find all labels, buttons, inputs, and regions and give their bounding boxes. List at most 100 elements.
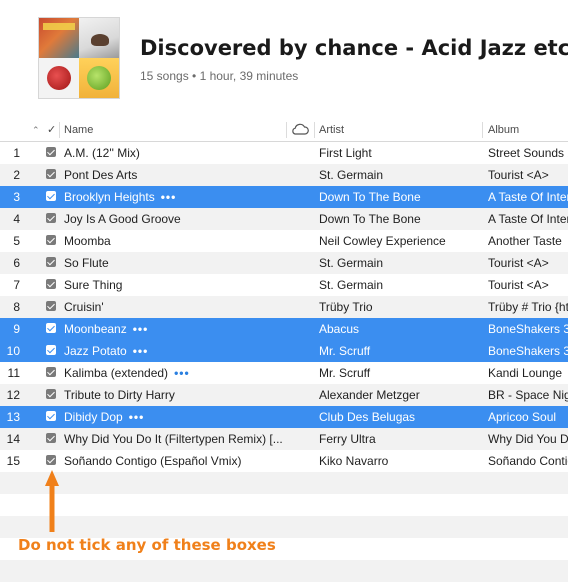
album-art-tile [79,18,119,58]
track-album: BoneShakers 3 [488,322,568,336]
track-checkbox[interactable] [46,142,58,164]
checkmark-icon [46,213,56,223]
checkmark-icon [46,323,56,333]
more-options-icon[interactable]: ••• [133,344,149,358]
track-name: Pont Des Arts [64,168,138,182]
track-checkbox[interactable] [46,296,58,318]
column-header-artist[interactable]: Artist [319,119,344,141]
table-row[interactable]: 15 Soñando Contigo (Español Vmix) Kiko Nav… [0,450,568,472]
track-name-cell[interactable]: A.M. (12'' Mix) [64,142,286,164]
track-artist: Neil Cowley Experience [319,234,446,248]
track-artist: Trüby Trio [319,300,373,314]
track-name-cell[interactable]: Dibidy Dop ••• [64,406,286,428]
checkmark-icon [46,367,56,377]
empty-row [0,472,568,494]
track-checkbox[interactable] [46,274,58,296]
annotation-arrow-icon [45,470,59,532]
track-name-cell[interactable]: Pont Des Arts [64,164,286,186]
track-checkbox[interactable] [46,208,58,230]
track-checkbox[interactable] [46,340,58,362]
table-row[interactable]: 7 Sure Thing St. Germain Tourist <A> [0,274,568,296]
track-number: 3 [13,190,20,204]
track-checkbox[interactable] [46,164,58,186]
table-row[interactable]: 2 Pont Des Arts St. Germain Tourist <A> [0,164,568,186]
track-album: BoneShakers 3 [488,344,568,358]
column-divider[interactable] [482,122,483,138]
track-album: Tourist <A> [488,256,549,270]
track-checkbox[interactable] [46,384,58,406]
more-options-icon[interactable]: ••• [174,366,190,380]
track-checkbox[interactable] [46,362,58,384]
column-header-album[interactable]: Album [488,119,519,141]
table-row[interactable]: 4 Joy Is A Good Groove Down To The Bone A T… [0,208,568,230]
column-divider[interactable] [59,122,60,138]
table-row[interactable]: 8 Cruisin' Trüby Trio Trüby # Trio {htt [0,296,568,318]
track-name-cell[interactable]: Kalimba (extended) ••• [64,362,286,384]
track-name-cell[interactable]: Sure Thing [64,274,286,296]
track-name: Tribute to Dirty Harry [64,388,175,402]
track-name: A.M. (12'' Mix) [64,146,140,160]
table-row[interactable]: 12 Tribute to Dirty Harry Alexander Metzge… [0,384,568,406]
more-options-icon[interactable]: ••• [129,410,145,424]
track-artist: St. Germain [319,256,384,270]
table-row[interactable]: 1 A.M. (12'' Mix) First Light Street Sounds… [0,142,568,164]
column-header-name[interactable]: Name [64,119,93,141]
checkmark-icon [46,235,56,245]
checkmark-icon [46,191,56,201]
track-name: Moomba [64,234,111,248]
table-row[interactable]: 10 Jazz Potato ••• Mr. Scruff BoneShakers 3 [0,340,568,362]
track-name: Soñando Contigo (Español Vmix) [64,454,242,468]
album-art-tile [79,58,119,98]
track-checkbox[interactable] [46,406,58,428]
more-options-icon[interactable]: ••• [161,190,177,204]
track-checkbox[interactable] [46,428,58,450]
track-artist: Abacus [319,322,360,336]
playlist-summary: 15 songs • 1 hour, 39 minutes [140,69,299,83]
table-row[interactable]: 14 Why Did You Do It (Filtertypen Remix) … [0,428,568,450]
track-name: Jazz Potato [64,344,127,358]
column-divider[interactable] [314,122,315,138]
track-album: Another Taste [488,234,562,248]
table-row[interactable]: 9 Moonbeanz ••• Abacus BoneShakers 3 [0,318,568,340]
track-album: Kandi Lounge [488,366,563,380]
track-name-cell[interactable]: Joy Is A Good Groove [64,208,286,230]
track-name-cell[interactable]: Soñando Contigo (Español Vmix) [64,450,286,472]
empty-row [0,560,568,582]
table-row[interactable]: 6 So Flute St. Germain Tourist <A> [0,252,568,274]
table-row[interactable]: 3 Brooklyn Heights ••• Down To The Bone A Ta… [0,186,568,208]
cloud-icon[interactable] [290,122,310,138]
track-checkbox[interactable] [46,318,58,340]
track-name-cell[interactable]: Brooklyn Heights ••• [64,186,286,208]
track-number: 2 [13,168,20,182]
track-checkbox[interactable] [46,252,58,274]
track-list: 1 A.M. (12'' Mix) First Light Street Sounds… [0,142,568,472]
track-checkbox[interactable] [46,230,58,252]
track-number: 6 [13,256,20,270]
song-table: ⌃ ✓ Name Artist Album 1 A.M. (12'' Mix) Fi… [0,119,568,582]
table-row[interactable]: 5 Moomba Neil Cowley Experience Another Tas… [0,230,568,252]
column-divider[interactable] [286,122,287,138]
track-checkbox[interactable] [46,450,58,472]
track-name-cell[interactable]: Moomba [64,230,286,252]
track-number: 11 [7,366,20,380]
table-row[interactable]: 13 Dibidy Dop ••• Club Des Belugas Apricoo S… [0,406,568,428]
track-name-cell[interactable]: Cruisin' [64,296,286,318]
track-artist: Club Des Belugas [319,410,416,424]
more-options-icon[interactable]: ••• [133,322,149,336]
table-row[interactable]: 11 Kalimba (extended) ••• Mr. Scruff Kandi L… [0,362,568,384]
track-checkbox[interactable] [46,186,58,208]
album-art-tile [39,18,79,58]
track-artist: Down To The Bone [319,190,421,204]
track-name-cell[interactable]: So Flute [64,252,286,274]
track-name-cell[interactable]: Tribute to Dirty Harry [64,384,286,406]
playlist-artwork[interactable] [39,18,119,98]
track-name-cell[interactable]: Moonbeanz ••• [64,318,286,340]
album-art-tile [39,58,79,98]
column-header-check[interactable]: ✓ [47,119,56,141]
sort-chevron-icon[interactable]: ⌃ [32,119,40,141]
track-number: 9 [13,322,20,336]
track-artist: St. Germain [319,278,384,292]
track-name-cell[interactable]: Why Did You Do It (Filtertypen Remix) [.… [64,428,286,450]
track-name-cell[interactable]: Jazz Potato ••• [64,340,286,362]
checkmark-icon [46,345,56,355]
